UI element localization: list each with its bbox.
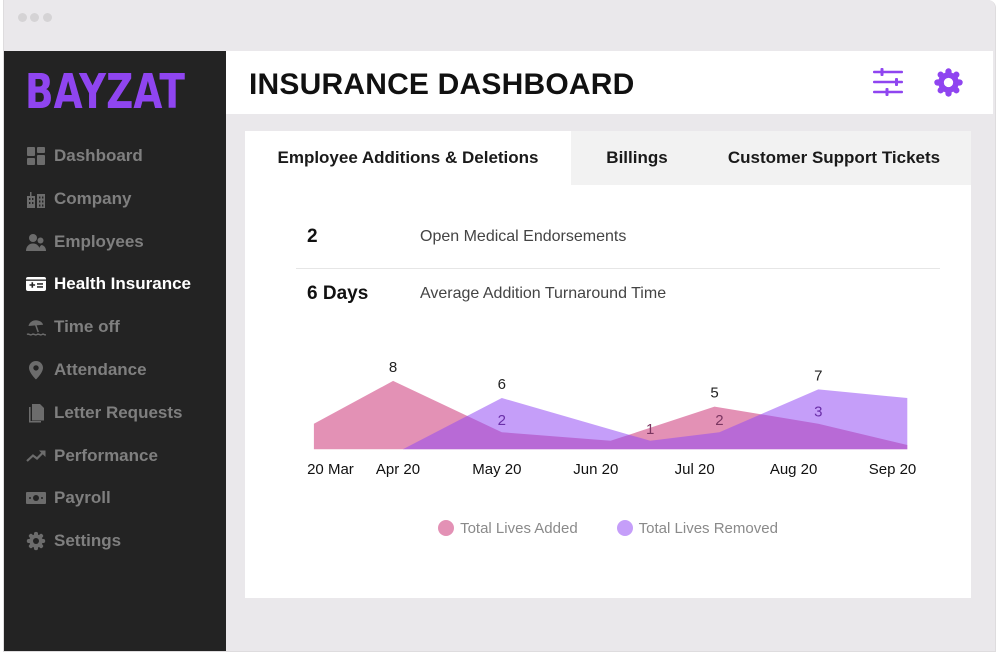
data-label: 3	[814, 404, 822, 421]
data-point-total-lives-added	[390, 378, 396, 384]
sidebar-item-label: Payroll	[54, 488, 111, 508]
legend-label: Total Lives Removed	[638, 519, 778, 537]
sidebar-item-label: Time off	[54, 317, 120, 337]
x-tick-label: Aug 20	[770, 461, 818, 478]
sidebar-item-label: Health Insurance	[54, 274, 191, 294]
employees-icon	[26, 232, 46, 252]
window-dot	[17, 12, 27, 22]
sidebar-item-company[interactable]: Company	[4, 177, 226, 220]
filter-sliders-icon[interactable]	[873, 68, 903, 96]
legend-swatch-added	[438, 520, 455, 536]
data-label: 8	[389, 359, 397, 376]
app-window: BAYZAT Dashboard Company Employees Healt…	[3, 0, 996, 652]
page-title: INSURANCE DASHBOARD	[249, 68, 635, 101]
bayzat-logo[interactable]: BAYZAT	[25, 73, 185, 109]
x-tick-label: 20 Mar	[307, 461, 354, 478]
sidebar-item-label: Attendance	[54, 359, 147, 379]
dashboard-icon	[26, 146, 46, 166]
sidebar-item-label: Settings	[54, 531, 122, 551]
area-total-lives-removed	[402, 389, 908, 450]
window-dot	[29, 12, 39, 22]
sidebar-item-health-insurance[interactable]: Health Insurance	[4, 263, 226, 306]
data-label: 7	[814, 367, 822, 384]
sidebar-item-employees[interactable]: Employees	[4, 220, 226, 263]
x-tick-label: Sep 20	[869, 461, 917, 478]
data-label: 6	[498, 376, 506, 393]
logo-text: BAYZAT	[25, 73, 185, 109]
chart-legend: Total Lives Added Total Lives Removed	[245, 518, 971, 538]
sidebar-nav: Dashboard Company Employees Health Insur…	[4, 135, 226, 563]
window-dot	[42, 12, 52, 22]
data-label: 2	[715, 412, 723, 429]
legend-item-total-lives-added[interactable]: Total Lives Added	[438, 520, 578, 537]
settings-gear-icon	[26, 531, 46, 551]
documents-icon	[26, 403, 46, 423]
data-point-total-lives-added	[608, 438, 614, 444]
x-tick-label: Apr 20	[376, 461, 420, 478]
sidebar-item-label: Dashboard	[54, 145, 143, 165]
sidebar-item-dashboard[interactable]: Dashboard	[4, 135, 226, 178]
sidebar-item-time-off[interactable]: Time off	[4, 306, 226, 349]
data-point-total-lives-added	[311, 421, 317, 427]
main-content: INSURANCE DASHBOARD Employee Additions &…	[226, 51, 995, 651]
data-point-total-lives-removed	[716, 429, 722, 435]
sidebar-item-payroll[interactable]: Payroll	[4, 477, 226, 520]
data-point-total-lives-removed	[647, 438, 653, 444]
data-point-total-lives-added	[904, 442, 910, 448]
data-point-total-lives-removed	[904, 395, 910, 401]
sidebar-item-letter-requests[interactable]: Letter Requests	[4, 391, 226, 434]
data-label: 1	[646, 421, 654, 438]
legend-item-total-lives-removed[interactable]: Total Lives Removed	[616, 519, 778, 537]
data-label: 2	[498, 412, 506, 429]
sidebar-item-label: Performance	[54, 445, 158, 465]
sidebar-item-settings[interactable]: Settings	[4, 520, 226, 563]
sidebar-item-performance[interactable]: Performance	[4, 434, 226, 477]
x-tick-label: May 20	[472, 461, 521, 478]
data-point-total-lives-added	[499, 429, 505, 435]
dashboard-card: Employee Additions & Deletions Billings …	[245, 131, 971, 598]
trending-up-icon	[26, 446, 46, 466]
data-label: 5	[710, 385, 718, 402]
settings-gear-icon[interactable]	[933, 67, 964, 98]
money-bill-icon	[26, 488, 46, 508]
sidebar-item-label: Letter Requests	[54, 402, 183, 422]
data-point-total-lives-removed	[499, 395, 505, 401]
data-point-total-lives-removed	[400, 446, 406, 452]
legend-swatch-removed	[616, 520, 633, 536]
data-point-total-lives-added	[815, 421, 821, 427]
health-insurance-card-icon	[26, 274, 46, 294]
window-titlebar	[4, 0, 995, 51]
legend-label: Total Lives Added	[460, 519, 578, 537]
data-point-total-lives-removed	[815, 386, 821, 392]
sidebar-item-attendance[interactable]: Attendance	[4, 349, 226, 392]
data-point-total-lives-added	[712, 404, 718, 410]
x-tick-label: Jun 20	[573, 461, 618, 478]
location-pin-icon	[26, 360, 46, 380]
sidebar-item-label: Company	[54, 188, 132, 208]
x-tick-label: Jul 20	[675, 461, 715, 478]
company-buildings-icon	[26, 189, 46, 209]
page-header: INSURANCE DASHBOARD	[226, 51, 993, 114]
sidebar: BAYZAT Dashboard Company Employees Healt…	[4, 51, 226, 651]
beach-umbrella-icon	[26, 317, 46, 337]
sidebar-item-label: Employees	[54, 231, 144, 251]
